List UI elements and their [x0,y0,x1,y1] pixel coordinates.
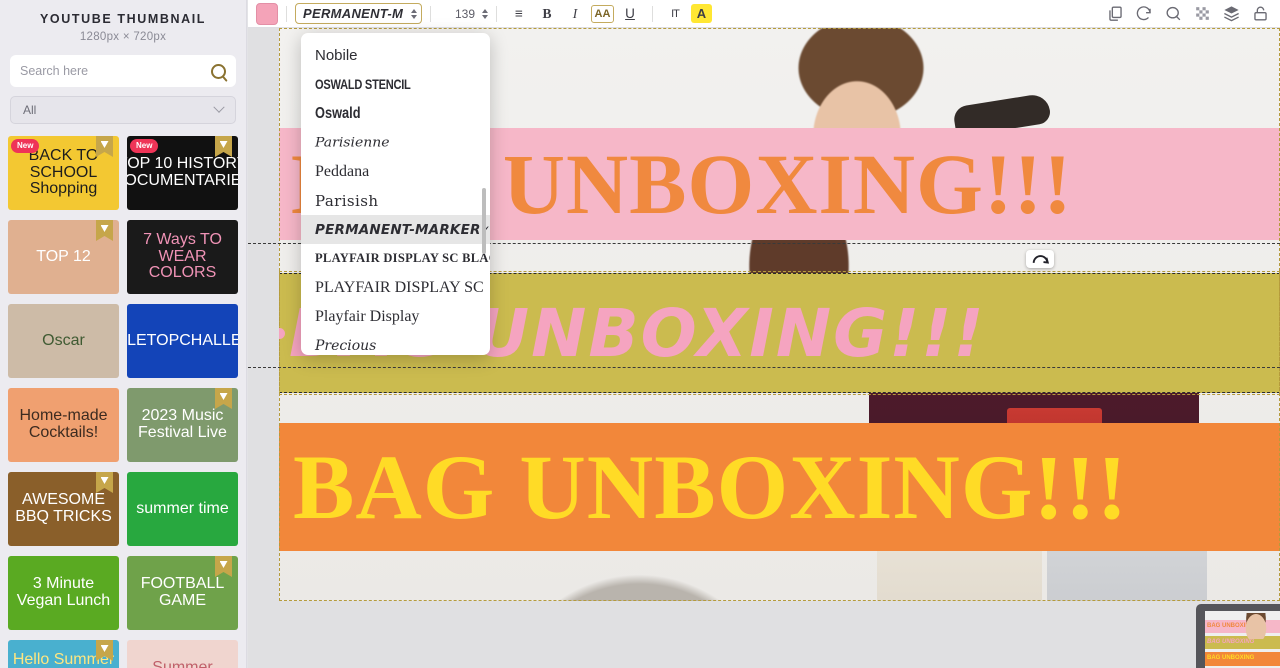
toolbar-divider [496,5,497,22]
font-option-parisienne[interactable]: Parisienne [301,128,490,157]
align-button[interactable]: ≡ [507,3,531,25]
font-option-oswald[interactable]: Oswald [301,99,490,128]
preview-line-2: BAG UNBOXING [1207,639,1255,645]
preview-thumbnail[interactable]: BAG UNBOXING BAG UNBOXING BAG UNBOXING [1196,604,1280,668]
toolbar-divider [286,5,287,22]
font-option-label: PLAYFAIR DISPLAY SC [315,278,484,296]
chevron-down-icon [213,101,225,113]
font-option-label: Parisienne [315,135,390,150]
toolbar-right-group [1106,4,1280,23]
template-card-title: summer time [136,499,229,517]
font-option-playfair-display-sc-black[interactable]: PLAYFAIR DISPLAY SC BLACK [301,244,490,273]
template-card-title: Oscar [42,331,85,349]
font-option-playfair-display-sc[interactable]: PLAYFAIR DISPLAY SC [301,273,490,302]
layers-icon[interactable] [1222,4,1241,23]
category-filter-value: All [23,103,37,117]
chevron-updown-icon [411,8,417,19]
font-family-dropdown[interactable]: Nobile OSWALD STENCIL Oswald Parisienne Pedd… [301,33,490,355]
font-option-permanent-marker[interactable]: PERMANENT-MARKER✓ [301,215,490,244]
font-option-parisish[interactable]: Parisish [301,186,490,215]
font-option-label: Peddana [315,162,370,180]
template-card[interactable]: Hello Summer Get ready with me [8,640,119,668]
font-option-label: OSWALD STENCIL [315,77,411,92]
bold-button[interactable]: B [535,3,559,25]
new-badge: New [130,139,159,153]
template-card[interactable]: BOTTLETOPCHALLENGE! [127,304,238,378]
font-option-label: Precious [315,337,377,354]
template-card[interactable]: AWESOME BBQ TRICKS [8,472,119,546]
toolbar-divider [430,5,431,22]
template-card[interactable]: FOOTBALL GAME [127,556,238,630]
preview-line-1: BAG UNBOXING [1207,623,1255,629]
search-box[interactable] [10,55,236,87]
font-option-nobile[interactable]: Nobile [301,41,490,70]
template-card[interactable]: New BACK TO SCHOOL Shopping [8,136,119,210]
rotate-handle-icon[interactable] [1026,250,1054,268]
smart-guide-horizontal [248,367,1280,368]
search-input[interactable] [20,64,211,78]
font-option-label: Playfair Display [315,307,420,325]
text-highlight-button[interactable]: A [691,4,712,23]
font-option-peddana[interactable]: Peddana [301,157,490,186]
transparency-icon[interactable] [1193,4,1212,23]
preview-band-1: BAG UNBOXING [1205,620,1280,633]
template-card[interactable]: Oscar [8,304,119,378]
template-card[interactable]: Home-made Cocktails! [8,388,119,462]
toolbar-divider [652,5,653,22]
lock-icon[interactable] [1251,4,1270,23]
template-card-title: Home-made Cocktails! [19,407,108,441]
category-filter-select[interactable]: All [10,96,236,124]
text-toolbar: PERMANENT-M 139 ≡ B I AA U IT A [248,0,1280,28]
font-option-oswald-stencil[interactable]: OSWALD STENCIL [301,70,490,99]
template-card-title: 7 Ways TO WEAR COLORS [143,230,222,282]
font-option-label: PLAYFAIR DISPLAY SC BLACK [315,251,490,265]
template-card-title: BOTTLETOPCHALLENGE! [127,331,238,349]
page-title: YOUTUBE THUMBNAIL [39,12,207,26]
template-card[interactable]: 3 Minute Vegan Lunch [8,556,119,630]
template-card[interactable]: summer time [127,472,238,546]
preview-inner: BAG UNBOXING BAG UNBOXING BAG UNBOXING [1205,611,1280,668]
dropdown-scrollbar[interactable] [482,188,486,254]
italic-button[interactable]: I [563,3,587,25]
font-option-label: Nobile [315,47,358,64]
app-root: YOUTUBE THUMBNAIL 1280px × 720px All New… [0,0,1280,668]
preview-band-3: BAG UNBOXING [1205,652,1280,666]
template-card[interactable]: Summer Hairstyle [127,640,238,668]
search-icon[interactable] [211,63,226,79]
preview-model [1245,613,1267,639]
font-option-label: Parisish [315,191,379,210]
template-card-title: Summer Hairstyle [152,659,213,668]
preview-line-3: BAG UNBOXING [1207,655,1255,661]
text-case-button[interactable]: AA [591,4,614,23]
font-option-precious[interactable]: Precious [301,331,490,355]
underline-button[interactable]: U [618,3,642,25]
preview-band-2: BAG UNBOXING [1205,636,1280,649]
font-family-value: PERMANENT-M [303,6,404,21]
font-option-label: PERMANENT-MARKER [315,221,481,238]
sidebar: YOUTUBE THUMBNAIL 1280px × 720px All New… [0,0,247,668]
duplicate-icon[interactable] [1106,4,1125,23]
canvas-dimensions-label: 1280px × 720px [79,31,167,43]
template-card[interactable]: NewTOP 10 HISTORY DOCUMENTARIES [127,136,238,210]
font-option-label: Oswald [315,104,361,122]
new-badge: New [11,139,40,153]
template-card-title: 3 Minute Vegan Lunch [16,575,111,609]
font-size-value[interactable]: 139 [453,7,477,21]
template-card[interactable]: TOP 12 [8,220,119,294]
font-family-select[interactable]: PERMANENT-M [295,3,422,24]
font-option-playfair-display[interactable]: Playfair Display [301,302,490,331]
text-color-swatch[interactable] [256,2,278,25]
template-card[interactable]: 7 Ways TO WEAR COLORS [127,220,238,294]
template-grid: NewBACK TO SCHOOL ShoppingNewTOP 10 HIST… [8,136,238,668]
flip-icon[interactable] [1164,4,1183,23]
line-height-button[interactable]: IT [663,3,687,25]
rotate-icon[interactable] [1135,4,1154,23]
font-size-stepper[interactable] [482,8,488,19]
template-card[interactable]: 2023 Music Festival Live [127,388,238,462]
